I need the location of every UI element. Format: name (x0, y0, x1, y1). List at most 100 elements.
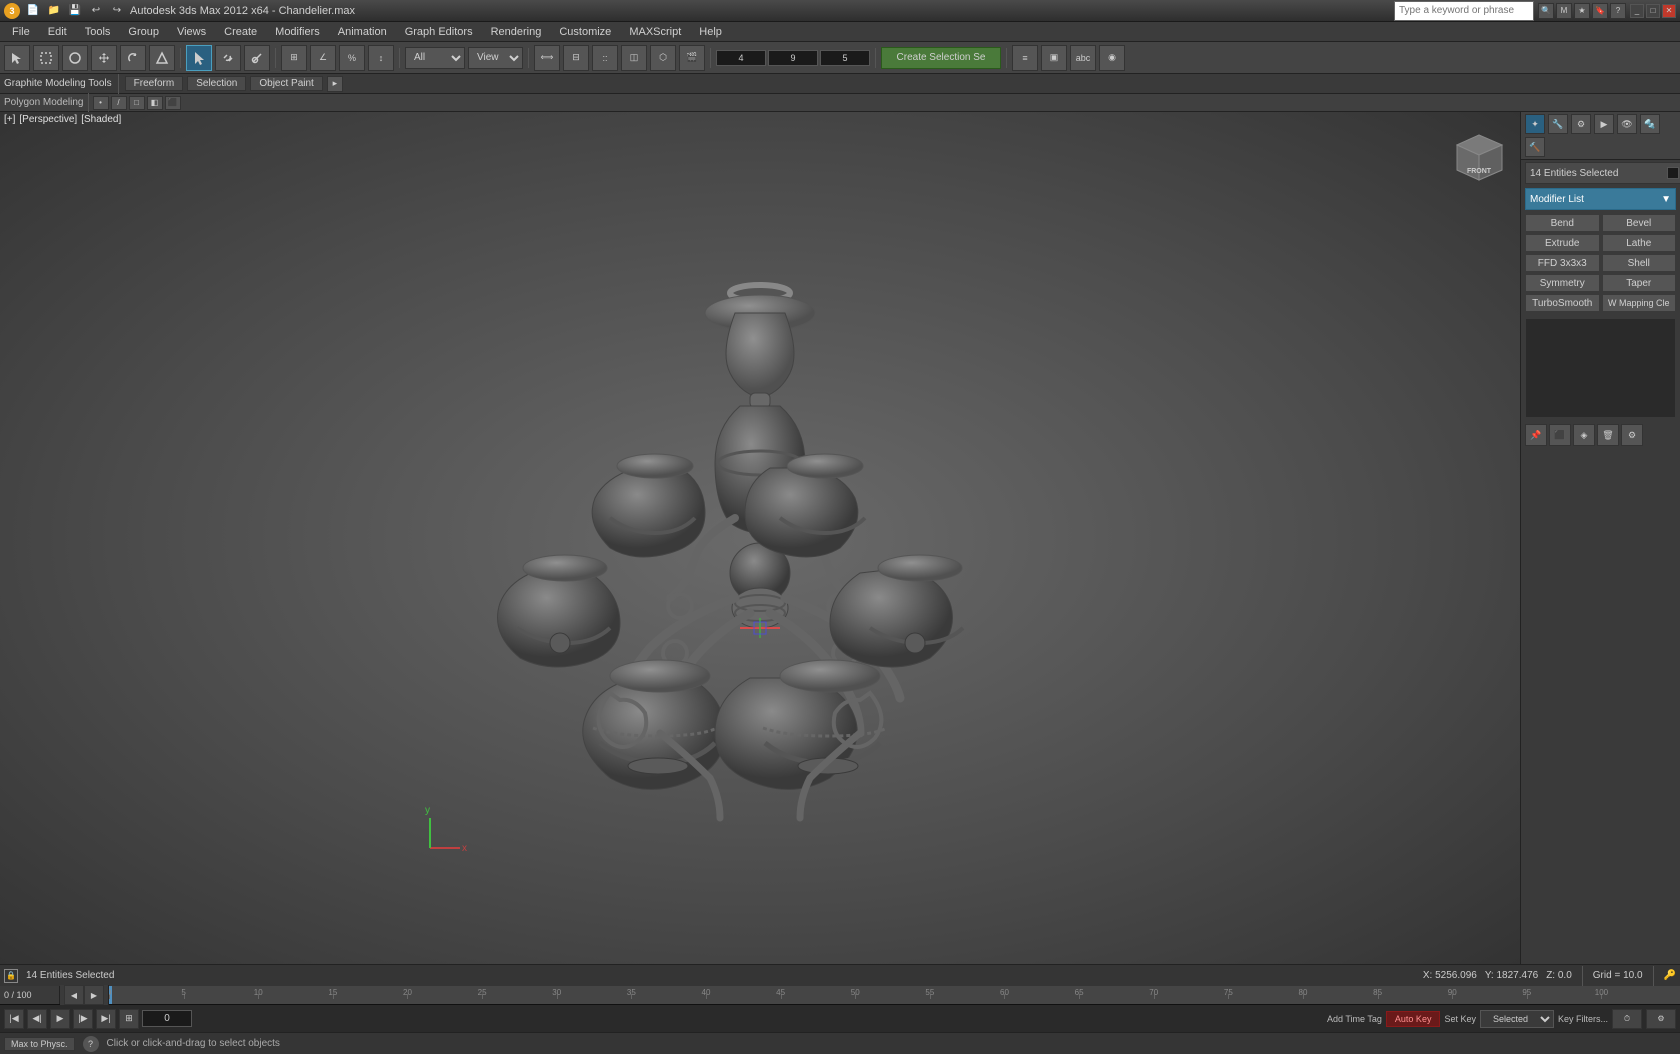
layer-manager-btn[interactable]: ≡ (1012, 45, 1038, 71)
menu-tools[interactable]: Tools (77, 24, 119, 40)
help-icon[interactable]: ? (1610, 3, 1626, 19)
menu-modifiers[interactable]: Modifiers (267, 24, 328, 40)
render-setup-btn[interactable]: 🎬 (679, 45, 705, 71)
auto-key-button[interactable]: Auto Key (1386, 1011, 1441, 1027)
scale-btn[interactable] (149, 45, 175, 71)
timeline-ruler[interactable]: 0510152025303540455055606570758085909510… (109, 986, 1680, 1004)
select-by-name-btn[interactable]: abc (1070, 45, 1096, 71)
make-unique-btn[interactable]: ◈ (1573, 424, 1595, 446)
view-dropdown[interactable]: View (468, 47, 523, 69)
next-frame-btn[interactable]: |▶ (73, 1009, 93, 1029)
mod-bend-btn[interactable]: Bend (1525, 214, 1600, 232)
link-btn[interactable] (215, 45, 241, 71)
current-frame-display[interactable]: 0 (142, 1010, 192, 1027)
array-btn[interactable]: :: (592, 45, 618, 71)
menu-file[interactable]: File (4, 24, 38, 40)
play-btn[interactable]: ▶ (50, 1009, 70, 1029)
modify-panel-icon[interactable]: 🔧 (1548, 114, 1568, 134)
remove-modifier-btn[interactable]: 🗑 (1597, 424, 1619, 446)
element-mode-icon[interactable]: ⬛ (165, 96, 181, 110)
mod-ffd3x3x3-btn[interactable]: FFD 3x3x3 (1525, 254, 1600, 272)
mirror-btn[interactable]: ⟺ (534, 45, 560, 71)
mod-bevel-btn[interactable]: Bevel (1602, 214, 1677, 232)
max-to-physc-button[interactable]: Max to Physc. (4, 1037, 75, 1051)
motion-panel-icon[interactable]: ▶ (1594, 114, 1614, 134)
mod-extrude-btn[interactable]: Extrude (1525, 234, 1600, 252)
align-btn[interactable]: ⊟ (563, 45, 589, 71)
mod-turbosmooth-btn[interactable]: TurboSmooth (1525, 294, 1600, 312)
time-config-btn[interactable]: ⏱ (1612, 1009, 1642, 1029)
go-end-btn[interactable]: ▶| (96, 1009, 116, 1029)
anim-settings-btn[interactable]: ⚙ (1646, 1009, 1676, 1029)
prev-frame-btn[interactable]: ◀| (27, 1009, 47, 1029)
graphite-expand-btn[interactable]: ▸ (327, 76, 343, 92)
spinner-snap-btn[interactable]: ↕ (368, 45, 394, 71)
menu-maxscript[interactable]: MAXScript (621, 24, 689, 40)
poly-mode-icon[interactable]: ◧ (147, 96, 163, 110)
select-filter-btn[interactable] (4, 45, 30, 71)
hierarchy-panel-icon[interactable]: ⚙ (1571, 114, 1591, 134)
select-btn[interactable] (33, 45, 59, 71)
open-icon[interactable]: 📁 (45, 2, 63, 20)
nav-cube[interactable]: FRONT (1447, 120, 1512, 185)
viewport-shaded[interactable]: [Shaded] (81, 114, 121, 125)
redo-icon[interactable]: ↪ (108, 2, 126, 20)
vertex-mode-icon[interactable]: • (93, 96, 109, 110)
close-button[interactable]: ✕ (1662, 4, 1676, 18)
minimize-button[interactable]: _ (1630, 4, 1644, 18)
show-end-result-btn[interactable]: ⬛ (1549, 424, 1571, 446)
unlink-btn[interactable] (244, 45, 270, 71)
key-mode-btn[interactable]: ⊞ (119, 1009, 139, 1029)
modifier-list-button[interactable]: Modifier List ▼ (1525, 188, 1676, 210)
lock-icon[interactable]: 🔒 (4, 969, 18, 983)
snap-toggle-btn[interactable]: ⊞ (281, 45, 307, 71)
edge-mode-icon[interactable]: / (111, 96, 127, 110)
mod-lathe-btn[interactable]: Lathe (1602, 234, 1677, 252)
mod-shell-btn[interactable]: Shell (1602, 254, 1677, 272)
menu-animation[interactable]: Animation (330, 24, 395, 40)
star-icon[interactable]: ★ (1574, 3, 1590, 19)
selected-dropdown[interactable]: Selected (1480, 1010, 1554, 1028)
maximize-button[interactable]: □ (1646, 4, 1660, 18)
hammer-icon[interactable]: 🔨 (1525, 137, 1545, 157)
undo-icon[interactable]: ↩ (87, 2, 105, 20)
configure-modifier-btn[interactable]: ⚙ (1621, 424, 1643, 446)
freeform-tab[interactable]: Freeform (125, 76, 184, 91)
select-region-btn[interactable] (62, 45, 88, 71)
angle-snap-btn[interactable]: ∠ (310, 45, 336, 71)
name-sel-sets-btn[interactable]: ▣ (1041, 45, 1067, 71)
move-btn[interactable] (91, 45, 117, 71)
go-start-btn[interactable]: |◀ (4, 1009, 24, 1029)
select-cursor-btn[interactable] (186, 45, 212, 71)
menu-help[interactable]: Help (691, 24, 730, 40)
percent-snap-btn[interactable]: % (339, 45, 365, 71)
mod-wmapping-btn[interactable]: W Mapping Cle (1602, 294, 1677, 312)
bookmark-icon[interactable]: 🔖 (1592, 3, 1608, 19)
menu-graph-editors[interactable]: Graph Editors (397, 24, 481, 40)
menu-create[interactable]: Create (216, 24, 265, 40)
selection-tab[interactable]: Selection (187, 76, 246, 91)
border-mode-icon[interactable]: □ (129, 96, 145, 110)
object-paint-tab[interactable]: Object Paint (250, 76, 322, 91)
isolate-toggle-btn[interactable]: ◉ (1099, 45, 1125, 71)
create-panel-icon[interactable]: ✦ (1525, 114, 1545, 134)
search-icon[interactable]: 🔍 (1538, 3, 1554, 19)
open-schematic-btn[interactable]: ◫ (621, 45, 647, 71)
viewport[interactable]: [+] [Perspective] [Shaded] (0, 112, 1520, 964)
timeline-prev-btn[interactable]: ◀ (64, 985, 84, 1005)
chandelier-scene[interactable]: x y FRONT (0, 112, 1520, 964)
search-input[interactable] (1394, 1, 1534, 21)
display-panel-icon[interactable]: 👁 (1617, 114, 1637, 134)
save-icon[interactable]: 💾 (66, 2, 84, 20)
menu-rendering[interactable]: Rendering (483, 24, 550, 40)
timeline-next-btn[interactable]: ▶ (84, 985, 104, 1005)
menu-edit[interactable]: Edit (40, 24, 75, 40)
maxscript-icon[interactable]: M (1556, 3, 1572, 19)
menu-customize[interactable]: Customize (551, 24, 619, 40)
menu-group[interactable]: Group (120, 24, 167, 40)
viewport-plus[interactable]: [+] (4, 114, 15, 125)
viewport-perspective[interactable]: [Perspective] (19, 114, 77, 125)
filter-dropdown[interactable]: All (405, 47, 465, 69)
help-circle-icon[interactable]: ? (83, 1036, 99, 1052)
mod-symmetry-btn[interactable]: Symmetry (1525, 274, 1600, 292)
